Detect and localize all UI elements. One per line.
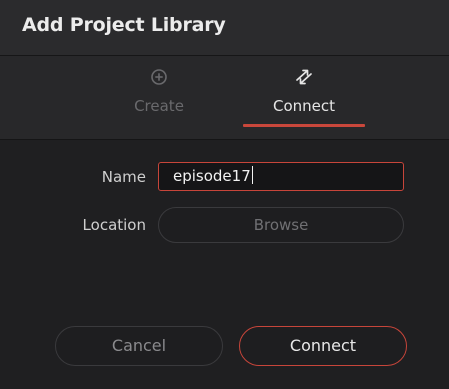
name-input-value: episode17 xyxy=(173,167,251,185)
tab-connect[interactable]: Connect xyxy=(239,56,369,140)
add-project-library-dialog: Add Project Library Create Connect Name … xyxy=(0,0,449,389)
dialog-title-bar: Add Project Library xyxy=(0,0,449,56)
name-input[interactable]: episode17 xyxy=(158,162,404,191)
text-caret xyxy=(251,166,254,184)
swap-arrows-icon xyxy=(296,69,312,85)
tab-create[interactable]: Create xyxy=(94,56,224,140)
browse-button[interactable]: Browse xyxy=(158,207,404,243)
cancel-button[interactable]: Cancel xyxy=(55,326,223,366)
location-label: Location xyxy=(82,216,146,234)
tab-create-label: Create xyxy=(134,97,184,115)
connect-button[interactable]: Connect xyxy=(239,326,407,366)
plus-circle-icon xyxy=(151,69,167,85)
name-label: Name xyxy=(101,168,146,186)
tab-strip: Create Connect xyxy=(0,56,449,140)
active-tab-indicator xyxy=(243,124,365,127)
dialog-title: Add Project Library xyxy=(22,14,226,36)
tab-connect-label: Connect xyxy=(272,97,336,115)
